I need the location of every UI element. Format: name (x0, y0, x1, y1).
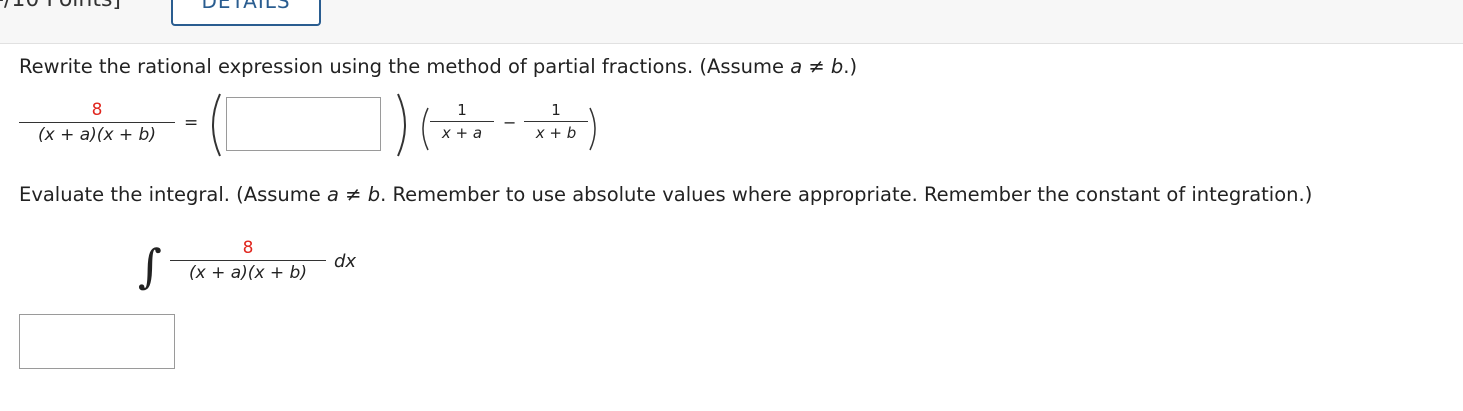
right-paren-icon (397, 93, 406, 157)
partial-fractions-prompt: Rewrite the rational expression using th… (19, 55, 857, 78)
prompt-text: Evaluate the integral. (Assume (19, 183, 327, 206)
minus-sign: − (503, 113, 517, 132)
integral-prompt: Evaluate the integral. (Assume a ≠ b. Re… (19, 183, 1312, 206)
small-right-paren-icon (589, 107, 596, 151)
fraction-bar (170, 260, 326, 261)
frac1-denominator: x + a (441, 124, 483, 142)
fraction-1-over-x-plus-a: 1 x + a (430, 101, 494, 142)
dx-label: dx (334, 251, 357, 272)
lhs-denominator: (x + a)(x + b) (38, 125, 156, 145)
prompt-text: Rewrite the rational expression using th… (19, 55, 791, 78)
integrand-fraction: 8 (x + a)(x + b) (170, 238, 326, 283)
frac2-numerator: 1 (551, 101, 561, 119)
lhs-numerator: 8 (91, 100, 103, 120)
points-label: -/10 Points] (0, 0, 121, 12)
not-equal-symbol: ≠ (802, 55, 831, 78)
variable-a: a (326, 183, 339, 206)
frac2-denominator: x + b (535, 124, 577, 142)
prompt-text-end: .) (843, 55, 858, 78)
not-equal-symbol: ≠ (338, 183, 368, 206)
fraction-bar (19, 122, 175, 123)
variable-b: b (830, 55, 844, 78)
lhs-fraction: 8 (x + a)(x + b) (19, 100, 175, 145)
left-paren-icon (212, 93, 221, 157)
integrand-numerator: 8 (242, 238, 254, 258)
variable-b: b (367, 183, 381, 206)
fraction-bar (524, 121, 588, 122)
fraction-1-over-x-plus-b: 1 x + b (524, 101, 588, 142)
details-button[interactable]: DETAILS (171, 0, 321, 26)
variable-a: a (790, 55, 803, 78)
question-header: -/10 Points] DETAILS (0, 0, 1463, 44)
integrand-denominator: (x + a)(x + b) (189, 263, 307, 283)
integral-sign: ∫ (138, 239, 162, 293)
prompt-text-end: . Remember to use absolute values where … (380, 183, 1313, 206)
partial-fraction-coefficient-input[interactable] (226, 97, 381, 151)
integral-answer-input[interactable] (19, 314, 175, 369)
equals-sign: = (184, 113, 199, 133)
fraction-bar (430, 121, 494, 122)
frac1-numerator: 1 (457, 101, 467, 119)
